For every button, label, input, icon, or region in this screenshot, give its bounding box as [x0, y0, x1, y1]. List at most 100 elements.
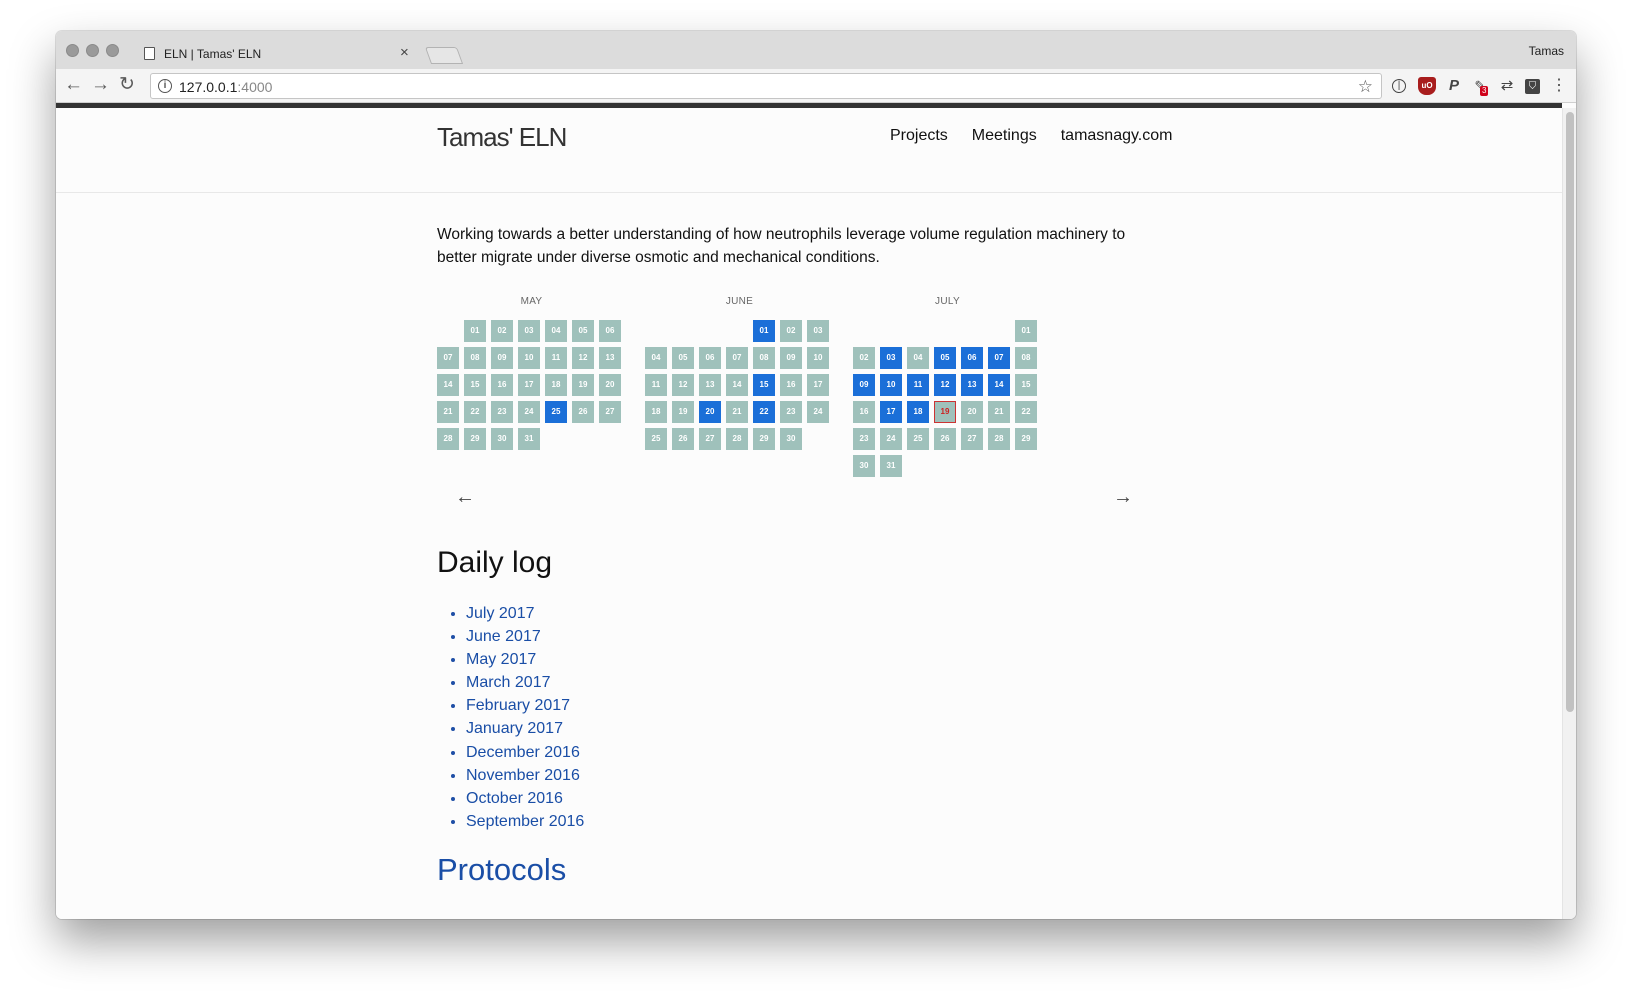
- shield-icon[interactable]: ⛉: [1525, 79, 1540, 94]
- calendar-day[interactable]: 04: [907, 347, 929, 369]
- calendar-day[interactable]: 03: [807, 320, 829, 342]
- calendar-day[interactable]: 12: [672, 374, 694, 396]
- calendar-day[interactable]: 14: [726, 374, 748, 396]
- calendar-day[interactable]: 07: [726, 347, 748, 369]
- calendar-day[interactable]: 25: [907, 428, 929, 450]
- calendar-day[interactable]: 24: [807, 401, 829, 423]
- calendar-day[interactable]: 21: [726, 401, 748, 423]
- calendar-day[interactable]: 01: [1015, 320, 1037, 342]
- calendar-day[interactable]: 29: [753, 428, 775, 450]
- onepassword-icon[interactable]: |: [1392, 79, 1406, 93]
- protocols-link[interactable]: Protocols: [437, 852, 566, 887]
- daily-log-link[interactable]: November 2016: [466, 767, 580, 784]
- calendar-day[interactable]: 20: [961, 401, 983, 423]
- calendar-day[interactable]: 25: [545, 401, 567, 423]
- calendar-day[interactable]: 13: [699, 374, 721, 396]
- calendar-day[interactable]: 16: [491, 374, 513, 396]
- daily-log-link[interactable]: July 2017: [466, 605, 535, 622]
- calendar-day[interactable]: 20: [599, 374, 621, 396]
- calendar-day[interactable]: 06: [599, 320, 621, 342]
- calendar-day[interactable]: 30: [780, 428, 802, 450]
- calendar-day[interactable]: 19: [572, 374, 594, 396]
- menu-icon[interactable]: ⋮: [1550, 77, 1568, 95]
- minimize-window-button[interactable]: [86, 44, 99, 57]
- prev-months-arrow[interactable]: ←: [455, 486, 475, 509]
- scroll-thumb[interactable]: [1566, 112, 1574, 712]
- calendar-day[interactable]: 29: [464, 428, 486, 450]
- calendar-day[interactable]: 07: [437, 347, 459, 369]
- calendar-day[interactable]: 04: [645, 347, 667, 369]
- calendar-day[interactable]: 17: [807, 374, 829, 396]
- calendar-day[interactable]: 10: [880, 374, 902, 396]
- calendar-day[interactable]: 27: [961, 428, 983, 450]
- calendar-day[interactable]: 31: [880, 455, 902, 477]
- daily-log-link[interactable]: December 2016: [466, 744, 580, 761]
- forward-icon[interactable]: →: [91, 74, 110, 96]
- calendar-day[interactable]: 11: [645, 374, 667, 396]
- calendar-day[interactable]: 27: [699, 428, 721, 450]
- calendar-day[interactable]: 15: [753, 374, 775, 396]
- calendar-day[interactable]: 09: [491, 347, 513, 369]
- calendar-day[interactable]: 10: [807, 347, 829, 369]
- daily-log-link[interactable]: October 2016: [466, 790, 563, 807]
- address-bar[interactable]: i 127.0.0.1:4000 ☆: [150, 73, 1382, 99]
- calendar-day[interactable]: 06: [961, 347, 983, 369]
- daily-log-link[interactable]: March 2017: [466, 674, 551, 691]
- calendar-day[interactable]: 28: [988, 428, 1010, 450]
- calendar-day[interactable]: 30: [491, 428, 513, 450]
- calendar-day[interactable]: 21: [437, 401, 459, 423]
- daily-log-link[interactable]: May 2017: [466, 651, 536, 668]
- bookmark-star-icon[interactable]: ☆: [1358, 77, 1373, 97]
- calendar-day[interactable]: 03: [518, 320, 540, 342]
- zoom-window-button[interactable]: [106, 44, 119, 57]
- calendar-day[interactable]: 08: [753, 347, 775, 369]
- calendar-day[interactable]: 26: [672, 428, 694, 450]
- calendar-day[interactable]: 22: [464, 401, 486, 423]
- calendar-day[interactable]: 17: [880, 401, 902, 423]
- calendar-day[interactable]: 02: [780, 320, 802, 342]
- daily-log-link[interactable]: September 2016: [466, 813, 584, 830]
- page-scrollbar[interactable]: [1562, 108, 1576, 919]
- calendar-day[interactable]: 12: [934, 374, 956, 396]
- calendar-day[interactable]: 23: [853, 428, 875, 450]
- reload-icon[interactable]: ↻: [119, 74, 135, 96]
- calendar-day[interactable]: 22: [1015, 401, 1037, 423]
- extension-icon[interactable]: ✎3: [1471, 77, 1489, 96]
- new-tab-button[interactable]: [424, 47, 464, 64]
- calendar-day[interactable]: 24: [880, 428, 902, 450]
- calendar-day[interactable]: 18: [645, 401, 667, 423]
- profile-name[interactable]: Tamas: [1529, 44, 1564, 58]
- calendar-day[interactable]: 18: [907, 401, 929, 423]
- calendar-day[interactable]: 07: [988, 347, 1010, 369]
- active-tab[interactable]: ELN | Tamas' ELN ×: [144, 41, 416, 70]
- tab-close-icon[interactable]: ×: [400, 44, 409, 61]
- calendar-day[interactable]: 01: [753, 320, 775, 342]
- calendar-day[interactable]: 21: [988, 401, 1010, 423]
- calendar-day[interactable]: 19: [672, 401, 694, 423]
- calendar-day[interactable]: 13: [599, 347, 621, 369]
- site-brand[interactable]: Tamas' ELN: [437, 122, 567, 153]
- calendar-day[interactable]: 10: [518, 347, 540, 369]
- calendar-day[interactable]: 15: [464, 374, 486, 396]
- daily-log-link[interactable]: January 2017: [466, 720, 563, 737]
- calendar-day[interactable]: 02: [491, 320, 513, 342]
- calendar-day[interactable]: 25: [645, 428, 667, 450]
- next-months-arrow[interactable]: →: [1113, 486, 1133, 509]
- calendar-day[interactable]: 18: [545, 374, 567, 396]
- calendar-day[interactable]: 20: [699, 401, 721, 423]
- daily-log-link[interactable]: February 2017: [466, 697, 570, 714]
- calendar-day[interactable]: 17: [518, 374, 540, 396]
- calendar-day[interactable]: 16: [853, 401, 875, 423]
- calendar-day[interactable]: 03: [880, 347, 902, 369]
- calendar-day[interactable]: 23: [780, 401, 802, 423]
- nav-projects[interactable]: Projects: [890, 127, 948, 145]
- back-icon[interactable]: ←: [64, 74, 83, 96]
- calendar-day[interactable]: 16: [780, 374, 802, 396]
- calendar-day[interactable]: 12: [572, 347, 594, 369]
- calendar-day[interactable]: 19: [934, 401, 956, 423]
- calendar-day[interactable]: 23: [491, 401, 513, 423]
- calendar-day[interactable]: 05: [672, 347, 694, 369]
- daily-log-link[interactable]: June 2017: [466, 628, 541, 645]
- calendar-day[interactable]: 15: [1015, 374, 1037, 396]
- calendar-day[interactable]: 24: [518, 401, 540, 423]
